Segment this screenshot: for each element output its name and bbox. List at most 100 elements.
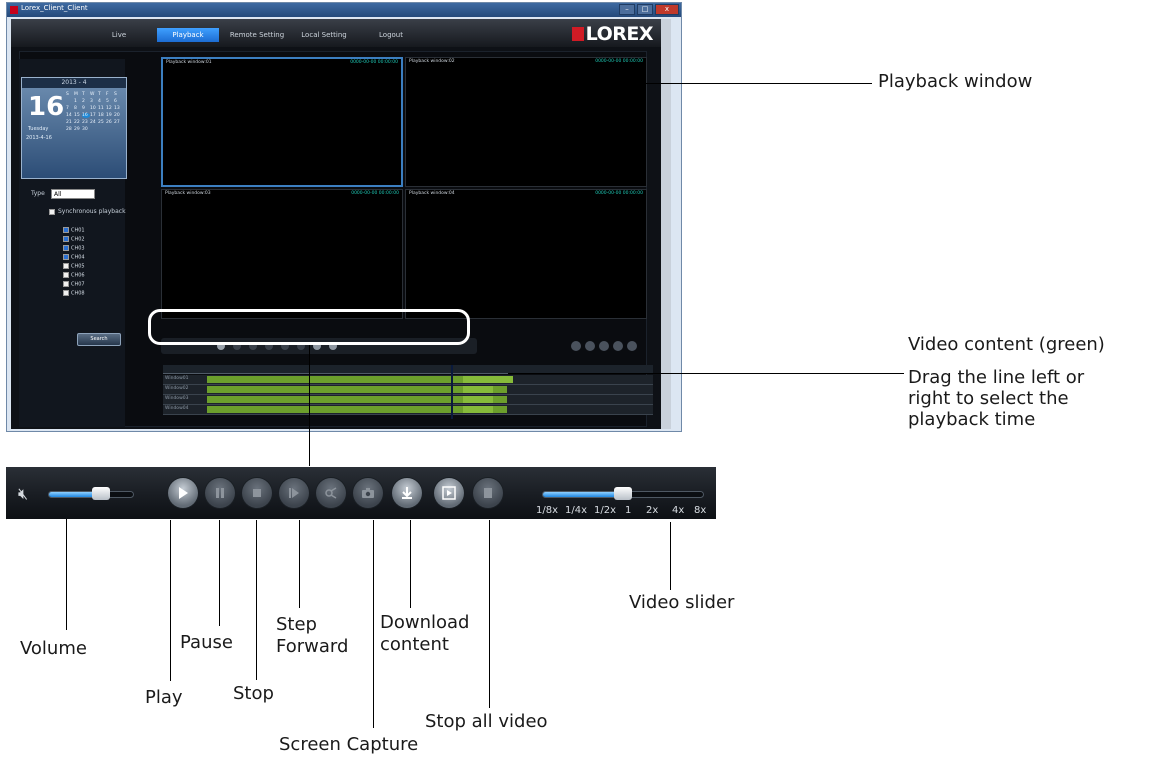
- download-button[interactable]: [392, 478, 422, 508]
- timeline-cursor[interactable]: [451, 365, 453, 419]
- playback-window-2[interactable]: Playback window:02 0000-00-00 00:00:00: [405, 57, 647, 187]
- timeline-row[interactable]: Window03: [163, 395, 653, 405]
- calendar-day-cell[interactable]: 23: [82, 120, 90, 125]
- calendar-day-cell[interactable]: 15: [74, 113, 82, 118]
- label-play: Play: [145, 687, 183, 708]
- channel-checkbox[interactable]: [63, 272, 69, 278]
- stop-button[interactable]: [242, 478, 272, 508]
- channel-checkbox[interactable]: [63, 227, 69, 233]
- tab-logout[interactable]: Logout: [371, 28, 411, 42]
- volume-knob[interactable]: [92, 487, 111, 500]
- calendar-day-cell[interactable]: 8: [74, 106, 82, 111]
- channel-checkbox[interactable]: [63, 254, 69, 260]
- brand-mark-icon: [571, 27, 584, 41]
- volume-slider[interactable]: [48, 491, 134, 498]
- calendar-day-cell[interactable]: 17: [90, 113, 98, 118]
- channel-checkbox[interactable]: [63, 236, 69, 242]
- calendar-day-cell[interactable]: 10: [90, 106, 98, 111]
- channel-label: CH08: [71, 290, 85, 297]
- speed-fill: [543, 492, 624, 497]
- sync-checkbox[interactable]: [49, 209, 55, 215]
- channel-row[interactable]: CH08: [63, 290, 85, 297]
- label-screen-capture: Screen Capture: [279, 734, 419, 755]
- speed-label: 1: [625, 505, 632, 516]
- calendar-day-cell[interactable]: 24: [90, 120, 98, 125]
- stop-all-video-button[interactable]: [434, 478, 464, 508]
- calendar-day-cell[interactable]: 6: [114, 99, 122, 104]
- calendar-day-cell[interactable]: 30: [82, 127, 90, 132]
- calendar-month: 2013 - 4: [22, 78, 126, 88]
- callout-line: [373, 520, 374, 728]
- playback-window-3[interactable]: Playback window:03 0000-00-00 00:00:00: [161, 189, 403, 319]
- channel-row[interactable]: CH05: [63, 263, 85, 270]
- tab-playback[interactable]: Playback: [157, 28, 219, 42]
- calendar-day-cell[interactable]: 1: [74, 99, 82, 104]
- playback-window-1[interactable]: Playback window:01 0000-00-00 00:00:00: [161, 57, 403, 187]
- timeline-row[interactable]: Window01: [163, 375, 653, 385]
- mute-speaker-icon[interactable]: 🔇︎: [18, 484, 28, 504]
- calendar-day-cell[interactable]: 9: [82, 106, 90, 111]
- calendar-day-cell[interactable]: 21: [66, 120, 74, 125]
- window-timestamp: 0000-00-00 00:00:00: [351, 191, 399, 196]
- mini-right-button-4[interactable]: [613, 341, 623, 351]
- calendar-weekday-header: S: [66, 92, 69, 97]
- calendar-day-cell[interactable]: 25: [98, 120, 106, 125]
- client-area: Live Playback Remote Setting Local Setti…: [11, 19, 671, 429]
- label-pause: Pause: [180, 632, 233, 653]
- calendar-day-cell[interactable]: 26: [106, 120, 114, 125]
- mini-right-button-3[interactable]: [599, 341, 609, 351]
- channel-checkbox[interactable]: [63, 290, 69, 296]
- type-select[interactable]: All: [51, 189, 95, 199]
- calendar-day-cell[interactable]: 7: [66, 106, 74, 111]
- channel-row[interactable]: CH04: [63, 254, 85, 261]
- tab-live[interactable]: Live: [99, 28, 139, 42]
- play-button[interactable]: [168, 478, 198, 508]
- calendar-day-cell[interactable]: 5: [106, 99, 114, 104]
- screen-capture-button[interactable]: [353, 478, 383, 508]
- calendar-day-cell[interactable]: 27: [114, 120, 122, 125]
- calendar-day-cell[interactable]: 19: [106, 113, 114, 118]
- calendar-day-cell[interactable]: 2: [82, 99, 90, 104]
- calendar-day-cell[interactable]: 13: [114, 106, 122, 111]
- calendar-weekday-header: W: [90, 92, 95, 97]
- window-timestamp: 0000-00-00 00:00:00: [350, 60, 398, 65]
- channel-row[interactable]: CH07: [63, 281, 85, 288]
- pause-button[interactable]: [205, 478, 235, 508]
- channel-checkbox[interactable]: [63, 263, 69, 269]
- calendar-day-cell[interactable]: 22: [74, 120, 82, 125]
- calendar-day-cell[interactable]: 20: [114, 113, 122, 118]
- channel-checkbox[interactable]: [63, 281, 69, 287]
- calendar-day-cell[interactable]: 29: [74, 127, 82, 132]
- mini-right-button-1[interactable]: [571, 341, 581, 351]
- calendar-day-cell[interactable]: 11: [98, 106, 106, 111]
- calendar-day-cell[interactable]: 18: [98, 113, 106, 118]
- channel-checkbox[interactable]: [63, 245, 69, 251]
- close-button[interactable]: x: [655, 4, 679, 15]
- speed-knob[interactable]: [614, 487, 632, 500]
- calendar-day-cell[interactable]: 28: [66, 127, 74, 132]
- step-forward-button[interactable]: [279, 478, 309, 508]
- channel-row[interactable]: CH03: [63, 245, 85, 252]
- tab-remote-setting[interactable]: Remote Setting: [227, 28, 287, 42]
- mini-right-button-2[interactable]: [585, 341, 595, 351]
- minimize-button[interactable]: –: [619, 4, 635, 15]
- timeline-row[interactable]: Window02: [163, 385, 653, 395]
- stop-all-disabled-button[interactable]: [473, 478, 503, 508]
- playback-window-4[interactable]: Playback window:04 0000-00-00 00:00:00: [405, 189, 647, 319]
- calendar-day-cell[interactable]: 4: [98, 99, 106, 104]
- calendar-day-cell[interactable]: 12: [106, 106, 114, 111]
- vertical-scrollbar[interactable]: [661, 19, 671, 429]
- timeline-row[interactable]: Window04: [163, 405, 653, 415]
- search-button[interactable]: Search: [77, 333, 121, 346]
- calendar-day-cell[interactable]: 3: [90, 99, 98, 104]
- tab-local-setting[interactable]: Local Setting: [295, 28, 353, 42]
- mini-right-button-5[interactable]: [627, 341, 637, 351]
- capture-disabled-button[interactable]: [316, 478, 346, 508]
- channel-row[interactable]: CH02: [63, 236, 85, 243]
- channel-row[interactable]: CH01: [63, 227, 85, 234]
- channel-row[interactable]: CH06: [63, 272, 85, 279]
- maximize-button[interactable]: □: [637, 4, 653, 15]
- calendar-day-cell[interactable]: 14: [66, 113, 74, 118]
- calendar-day-cell[interactable]: 16: [82, 113, 90, 118]
- calendar-grid[interactable]: S M T W T F S 1 2 3 4 5 6 7 8 9 10 11 12 13 14 15 16 17 18 19 20 21…: [66, 92, 122, 132]
